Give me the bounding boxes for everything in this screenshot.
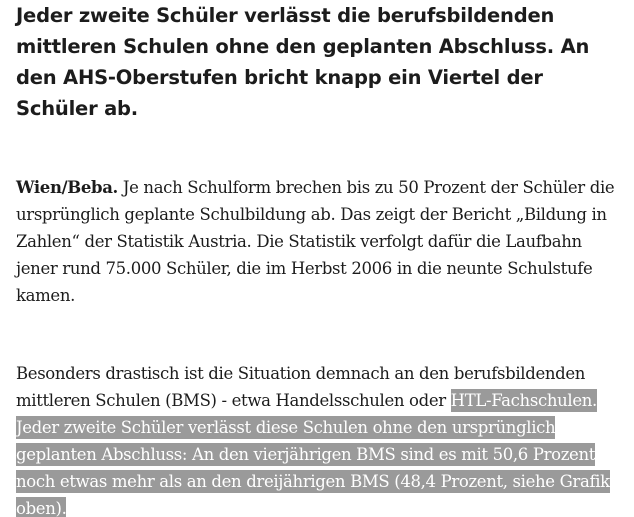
article-lead: Jeder zweite Schüler verlässt die berufs… [16, 4, 590, 120]
paragraph-1-text: Je nach Schulform brechen bis zu 50 Proz… [16, 178, 615, 305]
dateline: Wien/Beba. [16, 178, 118, 197]
article-paragraph-2: Besonders drastisch ist die Situation de… [16, 360, 624, 517]
article-body: Jeder zweite Schüler verlässt die berufs… [0, 0, 634, 517]
article-paragraph-1: Wien/Beba. Je nach Schulform brechen bis… [16, 174, 624, 309]
